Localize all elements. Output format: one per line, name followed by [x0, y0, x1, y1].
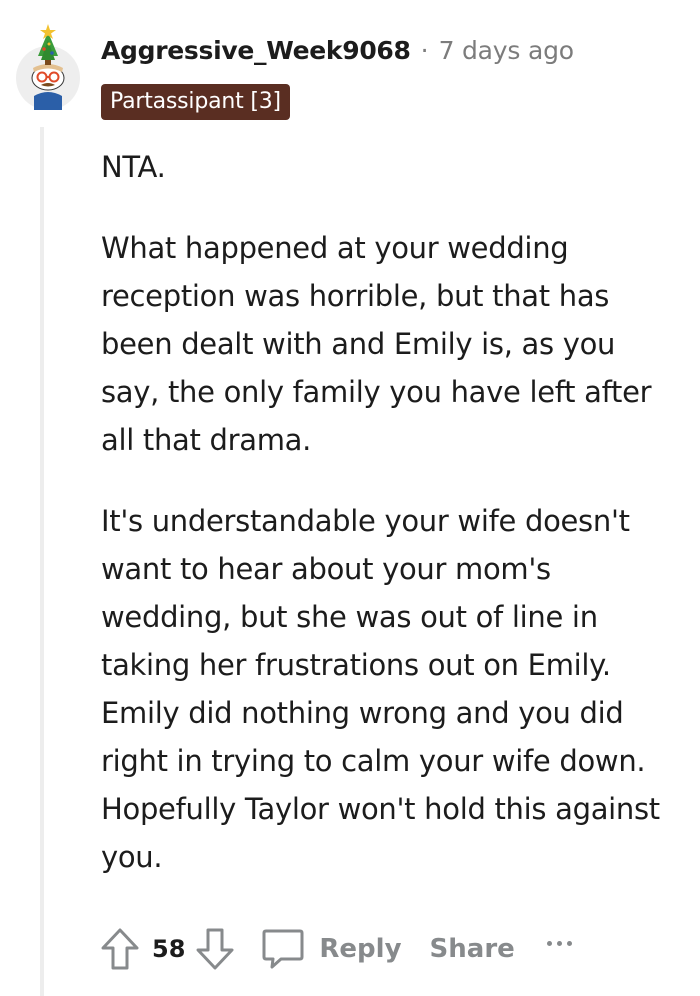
comment-timestamp[interactable]: 7 days ago [439, 36, 574, 65]
speech-bubble-icon [262, 929, 304, 969]
comment-paragraph: NTA. [101, 150, 166, 184]
downvote-arrow-icon [196, 928, 234, 970]
comment-paragraph: It's understandable your wife doesn't wa… [101, 504, 660, 874]
ellipsis-icon [546, 940, 552, 946]
ellipsis-icon [566, 940, 572, 946]
meta-separator: · [420, 36, 429, 65]
user-flair-badge: Partassipant [3] [101, 84, 290, 120]
snoo-avatar-icon [16, 24, 80, 110]
comment-paragraph: What happened at your wedding reception … [101, 231, 652, 457]
ellipsis-icon [556, 940, 562, 946]
comment-actions-bar: 58 Reply Share [100, 922, 572, 976]
upvote-button[interactable] [100, 927, 140, 971]
comment-body: NTA. What happened at your wedding recep… [101, 143, 676, 914]
thread-line[interactable] [40, 127, 44, 996]
downvote-button[interactable] [195, 927, 235, 971]
reply-button[interactable]: Reply [261, 927, 402, 971]
avatar[interactable] [14, 22, 82, 110]
share-button[interactable]: Share [430, 934, 515, 964]
upvote-arrow-icon [101, 928, 139, 970]
vote-count: 58 [152, 935, 186, 963]
username-link[interactable]: Aggressive_Week9068 [101, 36, 411, 65]
reply-label[interactable]: Reply [319, 934, 401, 964]
comment-header: Aggressive_Week9068 · 7 days ago [101, 36, 574, 65]
more-options-button[interactable] [546, 933, 572, 953]
